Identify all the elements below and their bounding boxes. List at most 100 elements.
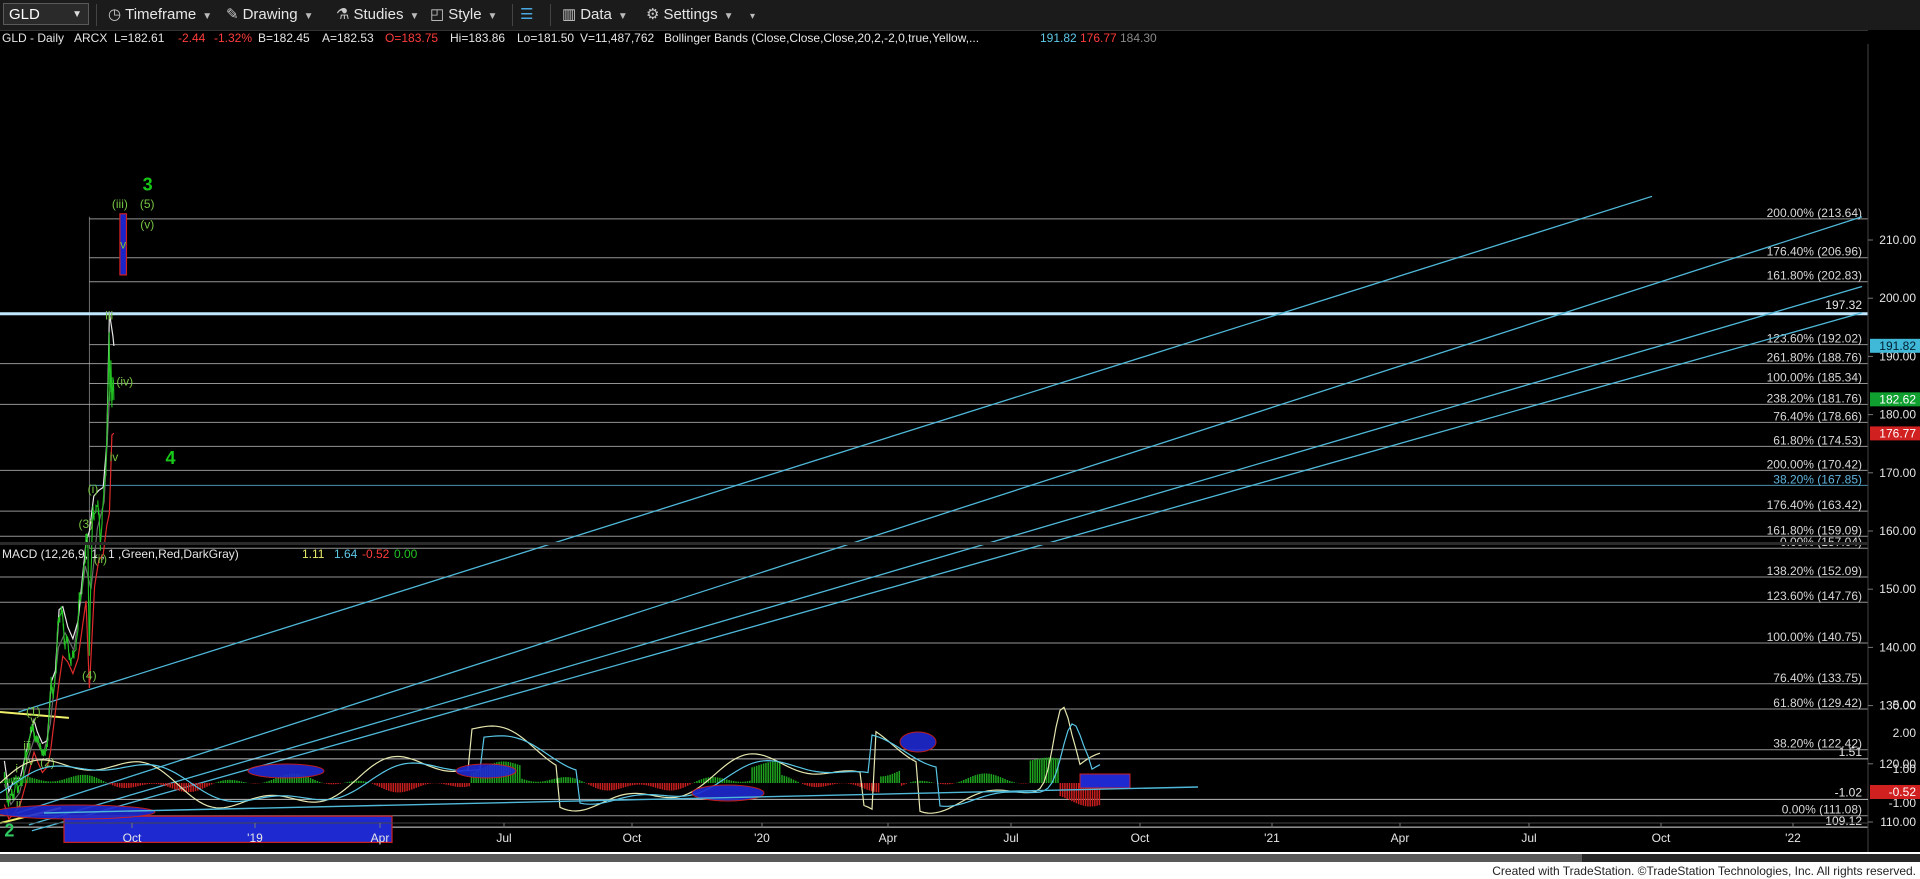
- fib-level-label: 100.00% (185.34): [1767, 371, 1862, 385]
- trend-channel-line: [31, 312, 1863, 832]
- chevron-down-icon: ▼: [487, 11, 498, 22]
- wave-label: (iii): [112, 197, 128, 211]
- trend-channel-line: [16, 216, 1863, 814]
- layout-icon: ☰: [520, 6, 534, 23]
- drawing-menu[interactable]: ✎ Drawing ▼: [226, 4, 314, 26]
- gear-icon: ⚙: [646, 6, 660, 23]
- studies-menu[interactable]: ⚗ Studies ▼: [336, 4, 419, 26]
- macd-level-label: -1.02: [1835, 785, 1863, 799]
- fib-level-label: 200.00% (170.42): [1767, 457, 1862, 471]
- wave-label: v: [30, 713, 36, 727]
- x-tick-label: Oct: [623, 831, 642, 845]
- timeframe-label: Timeframe: [125, 6, 197, 23]
- x-tick-label: '20: [754, 831, 770, 845]
- chevron-down-icon: ▼: [202, 11, 213, 22]
- timeframe-menu[interactable]: ◷ Timeframe ▼: [108, 4, 212, 26]
- settings-menu[interactable]: ⚙ Settings ▼: [646, 4, 734, 26]
- macd-panel: 1.51 -1.02: [0, 706, 1868, 820]
- fib-level-label: 76.40% (133.75): [1773, 671, 1862, 685]
- wave-label: (4): [82, 668, 97, 682]
- header-ask: A=182.53: [322, 31, 374, 45]
- x-tick-label: Oct: [1131, 831, 1150, 845]
- macd-value-2: 1.64: [334, 547, 358, 561]
- settings-label: Settings: [663, 6, 718, 23]
- symbol-value: GLD: [9, 6, 40, 23]
- chevron-down-icon: ▼: [409, 11, 420, 22]
- fib-level-label: 123.60% (192.02): [1767, 332, 1862, 346]
- fib-level-label: 61.80% (174.53): [1773, 433, 1862, 447]
- price-chart[interactable]: 200.00% (213.64) 176.40% (206.96) 161.80% …: [0, 30, 1920, 852]
- studies-label: Studies: [353, 6, 404, 23]
- wave-label: (5): [140, 197, 155, 211]
- scrollbar-thumb[interactable]: [0, 854, 1582, 862]
- fib-level-label: 200.00% (213.64): [1767, 206, 1862, 220]
- wave-2-box: [63, 815, 393, 843]
- x-tick-label: Jul: [496, 831, 511, 845]
- macd-line: [0, 706, 1101, 814]
- macd-header: MACD (12,26,9, 1 , 1 ,Green,Red,DarkGray…: [2, 547, 418, 561]
- header-symbol: GLD - Daily: [2, 31, 64, 45]
- header-bb-upper: 191.82: [1040, 31, 1077, 45]
- drawing-label: Drawing: [242, 6, 298, 23]
- panel-separator: [0, 542, 1868, 545]
- wave-label: iv: [110, 450, 119, 464]
- y-tick-label: 160.00: [1879, 524, 1916, 538]
- trend-channel-line: [18, 195, 1653, 713]
- more-button[interactable]: ▾: [744, 4, 755, 26]
- macd-level-label: 1.51: [1839, 745, 1863, 759]
- header-volume: V=11,487,762: [580, 31, 655, 45]
- fib-level-label: 100.00% (140.75): [1767, 630, 1862, 644]
- wave-label: iii: [23, 738, 31, 752]
- layout-button[interactable]: ☰: [520, 4, 537, 26]
- wave-label: (3): [79, 517, 94, 531]
- style-menu[interactable]: ◰ Style ▼: [430, 4, 497, 26]
- data-label: Data: [580, 6, 612, 23]
- macd-tick-label: 5.00: [1893, 698, 1917, 712]
- macd-value-1: 1.11: [302, 547, 325, 561]
- macd-tick-label: 2.00: [1893, 726, 1917, 740]
- macd-value-4: 0.00: [394, 547, 418, 561]
- macd-badge-label: -0.52: [1889, 785, 1917, 799]
- macd-tick-label: 1.00: [1893, 762, 1917, 776]
- y-tick-label: 150.00: [1879, 582, 1916, 596]
- macd-trendline: [43, 786, 1199, 814]
- x-tick-label: Apr: [879, 831, 898, 845]
- wave-label: iii: [105, 309, 113, 323]
- pencil-icon: ✎: [226, 6, 239, 23]
- toolbar: GLD ▼ ◷ Timeframe ▼ ✎ Drawing ▼ ⚗ Studies ▼ ◰ S…: [0, 0, 1920, 31]
- fib-level-label: 238.20% (181.76): [1767, 391, 1862, 405]
- annotation-layer: v(1)viiiiviii(2)(3)(4)(i)(ii)iiiiv(iv)(i…: [4, 175, 393, 843]
- toolbar-separator: [550, 4, 551, 26]
- header-exchange: ARCX: [74, 31, 107, 45]
- x-tick-label: Apr: [371, 831, 390, 845]
- header-bb-lower: 176.77: [1080, 31, 1117, 45]
- fib-level-label: 161.80% (202.83): [1767, 269, 1862, 283]
- chevron-down-icon: ▼: [72, 9, 82, 20]
- y-tick-label: 200.00: [1879, 291, 1916, 305]
- y-tick-label: 110.00: [1880, 815, 1916, 829]
- fib-level-label: 61.80% (129.42): [1773, 696, 1862, 710]
- copyright-text: Created with TradeStation. ©TradeStation…: [1492, 864, 1916, 878]
- x-tick-label: Jul: [1521, 831, 1536, 845]
- header-open: O=183.75: [385, 31, 438, 45]
- macd-highlight-ellipse: [247, 763, 325, 779]
- style-label: Style: [448, 6, 482, 23]
- bar-chart-icon: ▥: [562, 6, 577, 23]
- x-tick-label: Oct: [1652, 831, 1671, 845]
- header-change-pct: -1.32%: [214, 31, 252, 45]
- price-badge-label: 176.77: [1879, 426, 1916, 440]
- data-menu[interactable]: ▥ Data ▼: [562, 4, 628, 26]
- macd-value-3: -0.52: [362, 547, 390, 561]
- y-tick-label: 180.00: [1879, 408, 1916, 422]
- header-last: L=182.61: [114, 31, 165, 45]
- header-change: -2.44: [178, 31, 206, 45]
- support-label: 109.12: [1825, 814, 1862, 828]
- y-tick-label: 170.00: [1879, 466, 1916, 480]
- overflow-icon: ▾: [750, 11, 756, 22]
- style-icon: ◰: [430, 6, 445, 23]
- price-badge-label: 182.62: [1879, 392, 1916, 406]
- x-tick-label: Oct: [123, 831, 142, 845]
- degree-label: 2: [4, 821, 14, 841]
- macd-highlight-ellipse: [899, 731, 937, 753]
- symbol-input[interactable]: GLD ▼: [3, 3, 89, 25]
